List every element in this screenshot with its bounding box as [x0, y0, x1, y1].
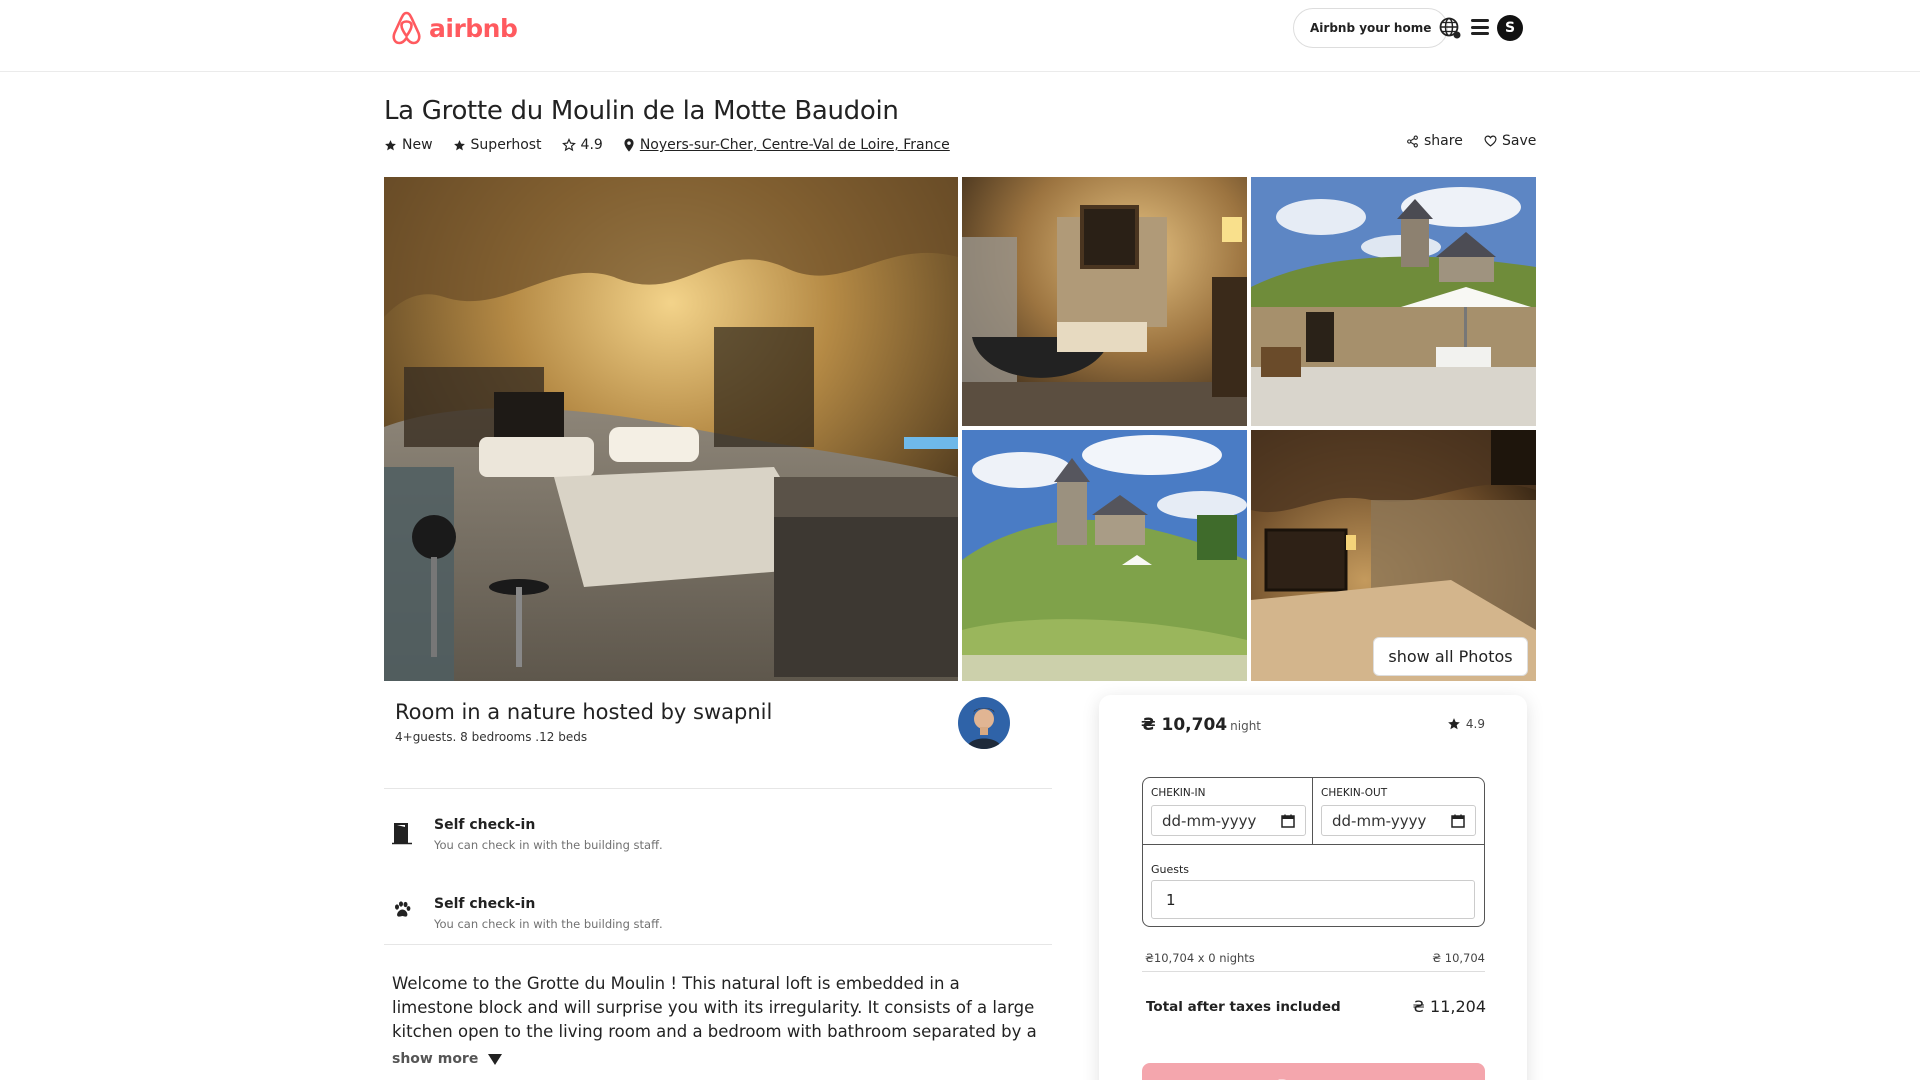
star-icon: [385, 139, 396, 150]
card-rating-value: 4.9: [1465, 717, 1485, 731]
calendar-icon[interactable]: [1281, 814, 1295, 828]
host-subtitle: 4+guests. 8 bedrooms .12 beds: [395, 730, 588, 744]
price-calculation: ₴10,704 x 0 nights ₴ 10,704: [1145, 951, 1485, 965]
feature-description: You can check in with the building staff…: [434, 838, 663, 852]
save-label: Save: [1502, 133, 1537, 149]
share-icon: [1407, 135, 1418, 147]
globe-icon[interactable]: [1438, 16, 1462, 40]
star-icon: [1448, 718, 1460, 730]
reserve-button[interactable]: Reserve: [1142, 1063, 1485, 1080]
checkout-date-input[interactable]: dd-mm-yyyy: [1321, 805, 1476, 836]
booking-form: CHEKIN-IN dd-mm-yyyy CHEKIN-OUT dd-mm-yy…: [1142, 777, 1485, 927]
total-label: Total after taxes included: [1146, 998, 1341, 1015]
guests-section: Guests 1: [1143, 844, 1484, 926]
checkout-section: CHEKIN-OUT dd-mm-yyyy: [1313, 778, 1484, 844]
airbnb-logo-icon: [390, 10, 423, 46]
feature-title: Self check-in: [434, 896, 536, 912]
gallery-photo-bathroom[interactable]: [962, 177, 1247, 426]
airbnb-logo[interactable]: airbnb: [390, 10, 518, 46]
show-more-button[interactable]: show more: [392, 1051, 503, 1067]
badge-new: New: [384, 137, 433, 153]
booking-card: ₴ 10,704 night 4.9 CHEKIN-IN dd-mm-yyyy C…: [1099, 695, 1527, 1080]
profile-avatar[interactable]: S: [1497, 15, 1523, 41]
gallery-photo-exterior-umbrella[interactable]: [1251, 177, 1536, 426]
feature-pets: Self check-in You can check in with the …: [392, 896, 663, 931]
share-button[interactable]: share: [1406, 133, 1463, 149]
price-unit: night: [1230, 719, 1262, 733]
door-icon: [392, 821, 412, 845]
star-outline-icon: [561, 138, 576, 152]
price-value: ₴ 10,704: [1141, 715, 1228, 735]
feature-self-checkin: Self check-in You can check in with the …: [392, 817, 663, 852]
total-value: ₴ 11,204: [1412, 997, 1486, 1016]
checkin-label: CHEKIN-IN: [1151, 787, 1206, 799]
heart-icon: [1484, 135, 1497, 147]
card-divider: [1142, 971, 1485, 972]
feature-title: Self check-in: [434, 817, 536, 833]
save-button[interactable]: Save: [1484, 133, 1536, 149]
section-divider: [384, 944, 1052, 945]
nightly-price: ₴ 10,704 night: [1141, 715, 1261, 735]
caret-down-icon: [488, 1053, 503, 1065]
show-more-label: show more: [392, 1051, 479, 1067]
checkout-label: CHEKIN-OUT: [1321, 787, 1388, 799]
star-icon: [453, 139, 465, 150]
checkout-date-placeholder: dd-mm-yyyy: [1332, 811, 1427, 830]
photo-gallery: [384, 177, 1536, 681]
badge-new-label: New: [402, 137, 433, 153]
rating: 4.9: [561, 137, 603, 153]
share-label: share: [1424, 133, 1463, 149]
calc-label: ₴10,704 x 0 nights: [1145, 951, 1255, 965]
section-divider: [384, 788, 1052, 789]
calc-value: ₴ 10,704: [1432, 951, 1485, 965]
location[interactable]: Noyers-sur-Cher, Centre-Val de Loire, Fr…: [623, 137, 950, 153]
gallery-photo-main[interactable]: [384, 177, 958, 681]
badge-superhost: Superhost: [453, 137, 542, 153]
paw-icon: [392, 900, 412, 922]
calendar-icon[interactable]: [1451, 814, 1465, 828]
feature-description: You can check in with the building staff…: [434, 917, 663, 931]
host-avatar[interactable]: [958, 697, 1010, 749]
listing-meta: New Superhost 4.9 Noyers-sur-Cher, Centr…: [384, 137, 970, 153]
gallery-photo-exterior-hill[interactable]: [962, 430, 1247, 681]
badge-superhost-label: Superhost: [470, 137, 542, 153]
guests-label: Guests: [1151, 863, 1190, 876]
checkin-section: CHEKIN-IN dd-mm-yyyy: [1143, 778, 1313, 844]
airbnb-logo-text: airbnb: [429, 13, 518, 43]
rating-value: 4.9: [580, 137, 603, 153]
total-row: Total after taxes included ₴ 11,204: [1146, 997, 1486, 1016]
checkin-date-input[interactable]: dd-mm-yyyy: [1151, 805, 1306, 836]
checkin-date-placeholder: dd-mm-yyyy: [1162, 811, 1257, 830]
hamburger-menu-icon[interactable]: [1471, 19, 1489, 35]
show-all-photos-button[interactable]: show all Photos: [1373, 637, 1528, 676]
listing-description: Welcome to the Grotte du Moulin ! This n…: [392, 974, 1037, 1041]
card-rating: 4.9: [1447, 717, 1485, 731]
location-link[interactable]: Noyers-sur-Cher, Centre-Val de Loire, Fr…: [640, 137, 950, 153]
host-title: Room in a nature hosted by swapnil: [395, 700, 773, 724]
top-header: airbnb Airbnb your home S: [0, 0, 1920, 72]
airbnb-your-home-button[interactable]: Airbnb your home: [1293, 8, 1449, 48]
listing-title: La Grotte du Moulin de la Motte Baudoin: [384, 96, 899, 126]
guests-input[interactable]: 1: [1151, 880, 1475, 919]
location-pin-icon: [624, 138, 634, 152]
